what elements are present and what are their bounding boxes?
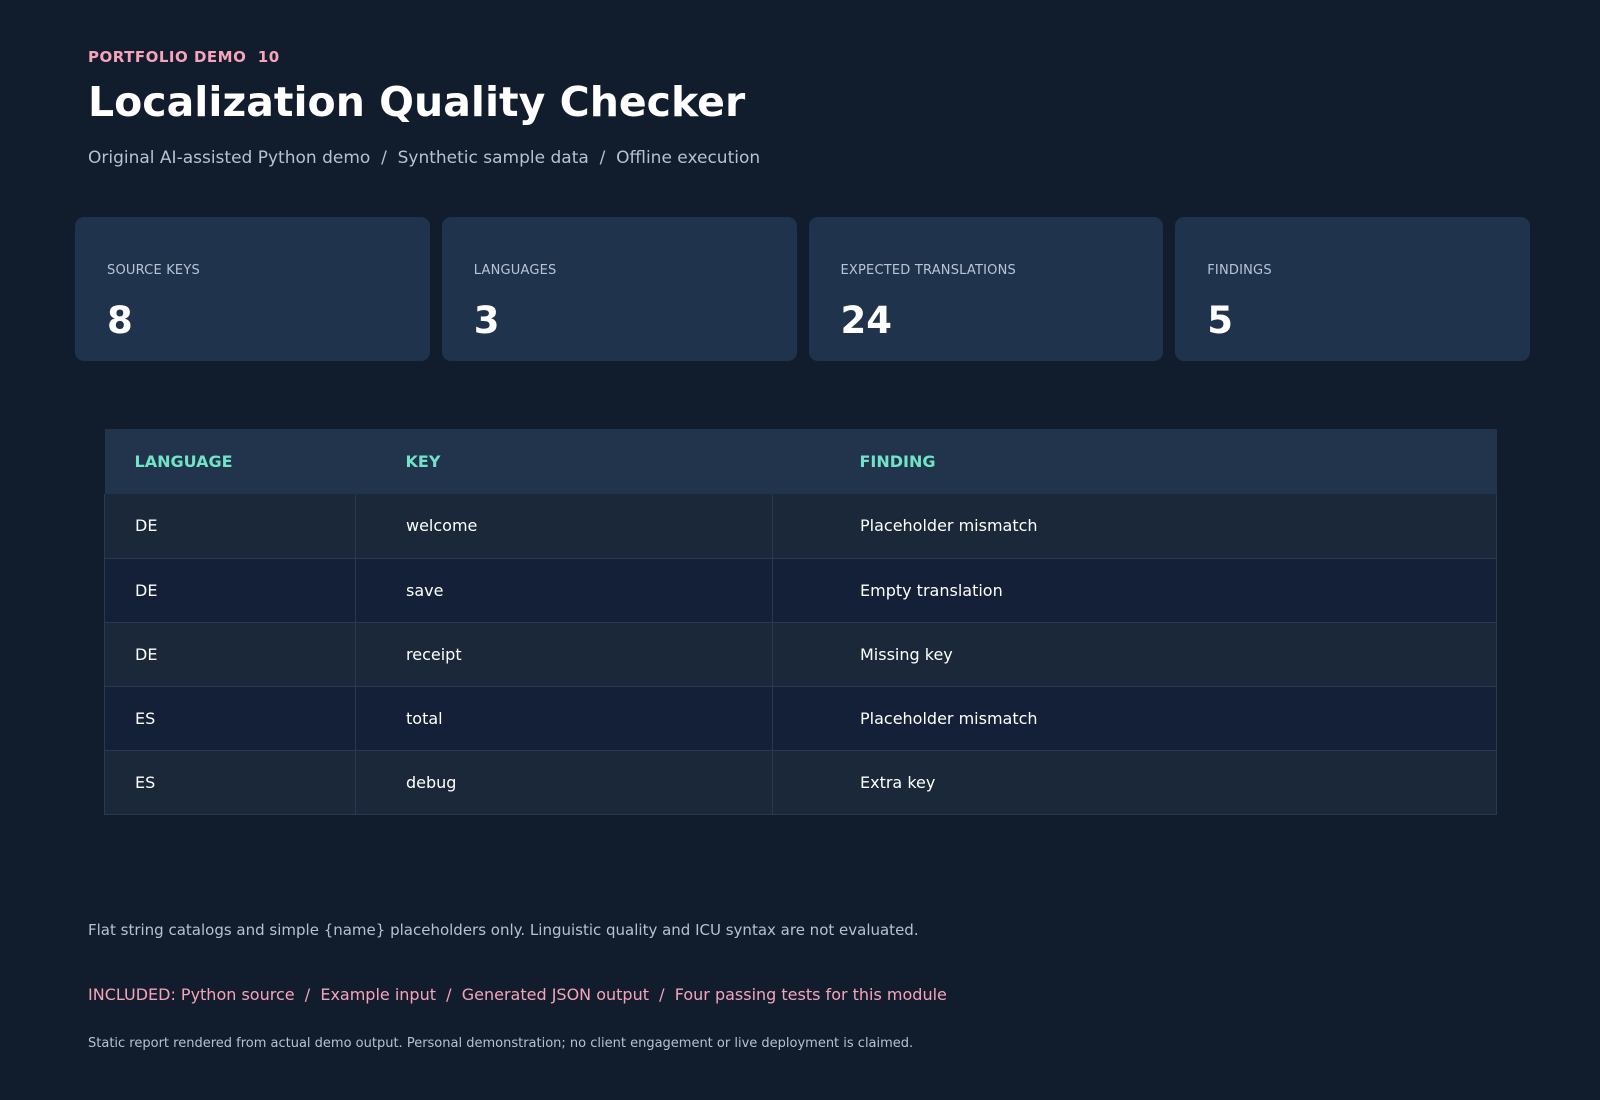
included-list: INCLUDED: Python source / Example input …	[88, 985, 947, 1004]
findings-table: LANGUAGE KEY FINDING DE welcome Placehol…	[104, 429, 1497, 815]
cell-key: debug	[355, 750, 773, 815]
cell-language: DE	[104, 558, 356, 623]
eyebrow-label: PORTFOLIO DEMO 10	[88, 48, 280, 66]
cell-language: DE	[104, 622, 356, 687]
stat-label: SOURCE KEYS	[107, 263, 200, 278]
stat-label: EXPECTED TRANSLATIONS	[840, 263, 1016, 278]
table-header-row: LANGUAGE KEY FINDING	[104, 429, 1497, 494]
page-title: Localization Quality Checker	[88, 78, 746, 126]
column-header-key: KEY	[355, 429, 773, 494]
cell-language: ES	[104, 686, 356, 751]
stat-value: 24	[840, 299, 893, 342]
table-row: ES debug Extra key	[104, 750, 1497, 815]
stat-card-source-keys: SOURCE KEYS 8	[75, 217, 430, 361]
stat-card-expected-translations: EXPECTED TRANSLATIONS 24	[808, 217, 1164, 361]
cell-finding: Empty translation	[772, 558, 1497, 623]
cell-finding: Extra key	[772, 750, 1497, 815]
cell-key: total	[355, 686, 773, 751]
cell-finding: Missing key	[772, 622, 1497, 687]
cell-language: DE	[104, 494, 356, 559]
scope-note: Flat string catalogs and simple {name} p…	[88, 921, 919, 939]
column-header-finding: FINDING	[772, 429, 1497, 494]
report-page: PORTFOLIO DEMO 10 Localization Quality C…	[0, 0, 1600, 1100]
stat-card-findings: FINDINGS 5	[1175, 217, 1530, 361]
table-row: ES total Placeholder mismatch	[104, 686, 1497, 751]
stat-cards: SOURCE KEYS 8 LANGUAGES 3 EXPECTED TRANS…	[75, 217, 1530, 361]
cell-finding: Placeholder mismatch	[772, 686, 1497, 751]
column-header-language: LANGUAGE	[104, 429, 356, 494]
table-row: DE welcome Placeholder mismatch	[104, 494, 1497, 559]
cell-key: welcome	[355, 494, 773, 559]
cell-language: ES	[104, 750, 356, 815]
table-row: DE receipt Missing key	[104, 622, 1497, 687]
stat-value: 3	[473, 299, 500, 342]
page-subtitle: Original AI-assisted Python demo / Synth…	[88, 148, 761, 168]
disclaimer-text: Static report rendered from actual demo …	[88, 1036, 914, 1051]
stat-value: 8	[107, 299, 133, 342]
stat-label: LANGUAGES	[473, 263, 557, 278]
cell-key: receipt	[355, 622, 773, 687]
cell-finding: Placeholder mismatch	[772, 494, 1497, 559]
stat-label: FINDINGS	[1207, 263, 1272, 278]
table-row: DE save Empty translation	[104, 558, 1497, 623]
stat-value: 5	[1207, 299, 1233, 342]
stat-card-languages: LANGUAGES 3	[441, 217, 797, 361]
cell-key: save	[355, 558, 773, 623]
